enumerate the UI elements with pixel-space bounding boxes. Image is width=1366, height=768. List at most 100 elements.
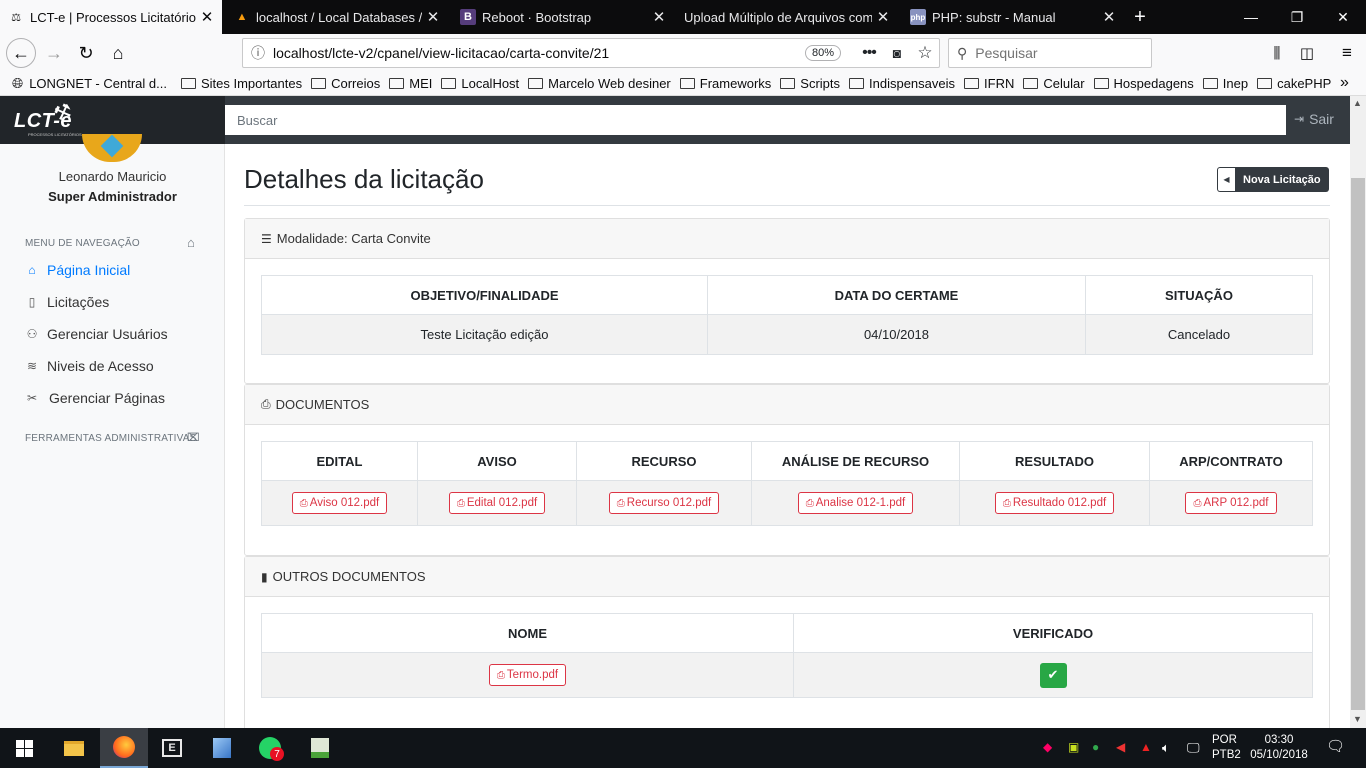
- whatsapp-icon[interactable]: 7: [246, 728, 294, 768]
- reload-icon[interactable]: ↻: [72, 39, 100, 67]
- tab-bootstrap[interactable]: B Reboot · Bootstrap ✕: [452, 0, 674, 34]
- pdf-link[interactable]: ⎙ ARP 012.pdf: [1185, 492, 1277, 514]
- volume-icon[interactable]: 🔈︎: [1162, 740, 1170, 756]
- tray-app-icon[interactable]: ◆: [1043, 740, 1052, 754]
- back-icon[interactable]: ←: [6, 38, 36, 68]
- forward-icon[interactable]: →: [40, 39, 68, 67]
- bookmark-folder[interactable]: MEI: [389, 76, 432, 91]
- pdf-icon: ⎙: [496, 669, 505, 681]
- new-licitacao-button[interactable]: ◀ Nova Licitação: [1217, 167, 1329, 192]
- logout-button[interactable]: ⇥ Sair: [1294, 111, 1334, 127]
- bookmark-item[interactable]: 🌐︎ LONGNET - Central d...: [12, 75, 167, 92]
- pdf-link[interactable]: ⎙ Aviso 012.pdf: [291, 492, 388, 514]
- bookmark-folder[interactable]: Scripts: [780, 76, 840, 91]
- close-icon[interactable]: ✕: [652, 8, 666, 26]
- tray-flag-icon[interactable]: ◀: [1116, 740, 1125, 754]
- scroll-up-icon[interactable]: ▲: [1353, 98, 1362, 108]
- pdf-link[interactable]: ⎙ Resultado 012.pdf: [994, 492, 1115, 514]
- sidebar-item-niveis[interactable]: ≋ Niveis de Acesso: [25, 358, 154, 374]
- pdf-link[interactable]: ⎙ Termo.pdf: [488, 664, 567, 686]
- tab-php[interactable]: php PHP: substr - Manual ✕: [902, 0, 1124, 34]
- task-manager-icon[interactable]: [296, 728, 344, 768]
- bookmark-folder[interactable]: Hospedagens: [1093, 76, 1194, 91]
- window-close-icon[interactable]: ✕: [1320, 0, 1366, 34]
- restore-icon[interactable]: ❐: [1274, 0, 1320, 34]
- card-title: Modalidade: Carta Convite: [276, 231, 431, 246]
- sidebar-item-usuarios[interactable]: ⚇ Gerenciar Usuários: [25, 326, 168, 342]
- sidebar-item-licitacoes[interactable]: ▯ Licitações: [25, 294, 110, 310]
- bookmark-folder[interactable]: Frameworks: [679, 76, 771, 91]
- phpmyadmin-icon: ▲: [236, 11, 248, 23]
- tab-phpmyadmin[interactable]: ▲ localhost / Local Databases / lc ✕: [226, 0, 448, 34]
- windows-taskbar: E 7 ◆ ▣ ● ◀ ▲ 🔈︎ 🖵︎ POR PTB2 03:30 05/10…: [0, 728, 1366, 768]
- tray-antivirus-icon[interactable]: ▲: [1140, 740, 1152, 754]
- url-bar[interactable]: ⓘ localhost/lcte-v2/cpanel/view-licitaca…: [242, 38, 940, 68]
- network-icon[interactable]: 🖵︎: [1187, 740, 1200, 756]
- tab-upload[interactable]: Upload Múltiplo de Arquivos com F ✕: [676, 0, 898, 34]
- minimize-icon[interactable]: —: [1228, 0, 1274, 34]
- home-icon: ⌂: [187, 235, 195, 250]
- logo-subtitle: PROCESSOS LICITATÓRIOS: [28, 132, 82, 137]
- bookmark-folder[interactable]: Correios: [311, 76, 380, 91]
- bookmark-folder[interactable]: Indispensaveis: [849, 76, 955, 91]
- tab-title: PHP: substr - Manual: [932, 9, 1056, 25]
- tab-lcte[interactable]: ⚖ LCT-e | Processos Licitatórios - ✕: [0, 0, 222, 34]
- verified-check-button[interactable]: ✔: [1039, 662, 1067, 688]
- bookmark-label: cakePHP: [1277, 76, 1332, 91]
- url-text[interactable]: localhost/lcte-v2/cpanel/view-licitacao/…: [273, 45, 805, 61]
- sidebar-item-paginas[interactable]: ✂ Gerenciar Páginas: [25, 390, 165, 406]
- bookmark-folder[interactable]: Sites Importantes: [180, 76, 302, 91]
- column-header: DATA DO CERTAME: [707, 275, 1086, 315]
- bookmark-folder[interactable]: LocalHost: [441, 76, 519, 91]
- menu-icon[interactable]: ≡: [1333, 39, 1361, 67]
- language-indicator[interactable]: POR PTB2: [1212, 733, 1241, 763]
- scrollbar-thumb[interactable]: [1351, 178, 1365, 710]
- scroll-down-icon[interactable]: ▼: [1353, 714, 1362, 724]
- search-field[interactable]: ⚲ Pesquisar: [948, 38, 1152, 68]
- bookmark-folder[interactable]: IFRN: [964, 76, 1014, 91]
- tray-globe-icon[interactable]: ●: [1092, 740, 1099, 754]
- file-explorer-icon[interactable]: [50, 728, 98, 768]
- pocket-icon[interactable]: ◙: [883, 45, 911, 61]
- firefox-icon[interactable]: [100, 728, 148, 768]
- more-bookmarks-icon[interactable]: »: [1340, 74, 1349, 92]
- close-icon[interactable]: ✕: [426, 8, 440, 26]
- page-title: Detalhes da licitação: [244, 164, 484, 194]
- page-actions-icon[interactable]: •••: [855, 44, 883, 62]
- pdf-icon: ⎙: [299, 497, 308, 509]
- pdf-icon: ⎙: [616, 497, 625, 509]
- library-icon[interactable]: ⫼: [1263, 39, 1291, 67]
- bookmark-label: Hospedagens: [1113, 76, 1194, 91]
- close-icon[interactable]: ✕: [200, 8, 214, 26]
- windows-start-icon[interactable]: [0, 728, 48, 768]
- bookmark-star-icon[interactable]: ☆: [911, 43, 939, 63]
- tray-h-icon[interactable]: ▣: [1068, 740, 1079, 754]
- bookmark-folder[interactable]: Celular: [1023, 76, 1085, 91]
- bookmark-folder[interactable]: Marcelo Web desiner: [528, 76, 671, 91]
- app-search-input[interactable]: Buscar: [225, 105, 1286, 135]
- editor-icon[interactable]: E: [148, 728, 196, 768]
- home-icon[interactable]: ⌂: [104, 39, 132, 67]
- avatar: [82, 134, 142, 162]
- close-icon[interactable]: ✕: [876, 8, 890, 26]
- pdf-link[interactable]: ⎙ Recurso 012.pdf: [608, 492, 720, 514]
- bookmark-folder[interactable]: cakePHP: [1257, 76, 1331, 91]
- close-icon[interactable]: ✕: [1102, 8, 1116, 26]
- new-tab-icon[interactable]: +: [1120, 0, 1160, 34]
- info-icon[interactable]: ⓘ: [243, 43, 273, 63]
- user-role: Super Administrador: [48, 189, 177, 204]
- bookmark-folder[interactable]: Inep: [1202, 76, 1248, 91]
- table-cell: Cancelado: [1085, 314, 1313, 355]
- pdf-icon: ⎙: [1002, 497, 1011, 509]
- notifications-icon[interactable]: 🗨︎: [1326, 737, 1345, 755]
- sidebar-icon[interactable]: ◫: [1293, 39, 1321, 67]
- tab-title: Upload Múltiplo de Arquivos com F: [684, 9, 872, 25]
- pdf-link[interactable]: ⎙ Edital 012.pdf: [448, 492, 546, 514]
- sidebar-item-pagina-inicial[interactable]: ⌂ Página Inicial: [25, 262, 130, 278]
- pdf-link[interactable]: ⎙ Analise 012-1.pdf: [797, 492, 914, 514]
- clock[interactable]: 03:30 05/10/2018: [1248, 733, 1310, 763]
- list-icon: ☰: [261, 231, 272, 246]
- virtualbox-icon[interactable]: [198, 728, 246, 768]
- zoom-badge[interactable]: 80%: [804, 45, 841, 61]
- column-header: RESULTADO: [959, 441, 1150, 481]
